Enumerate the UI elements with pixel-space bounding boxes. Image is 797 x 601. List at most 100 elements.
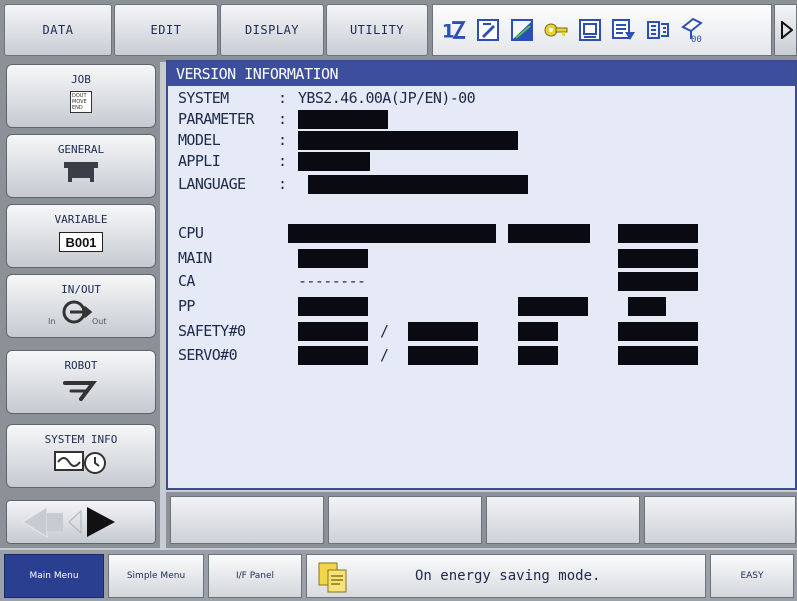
easy-mode-button[interactable]: EASY — [710, 554, 794, 598]
menu-pager — [6, 500, 156, 544]
soft-key-3[interactable] — [486, 496, 640, 544]
status-message: On energy saving mode. — [415, 568, 601, 584]
servo-label: SERVO#0 — [178, 346, 238, 364]
signal-bars-icon — [509, 17, 535, 43]
sidebar-item-label: ROBOT — [64, 359, 98, 372]
system-info-icon — [49, 449, 113, 475]
language-label: LANGUAGE — [178, 175, 246, 193]
edit-lock-icon — [475, 17, 501, 43]
sidebar-item-label: IN/OUT — [61, 283, 101, 296]
model-separator: : — [278, 131, 287, 149]
sidebar-item-label: SYSTEM INFO — [44, 433, 118, 446]
version-information-panel: VERSION INFORMATION SYSTEM : YBS2.46.00A… — [166, 60, 797, 490]
servo-redacted-value-1 — [298, 346, 368, 365]
bottom-bar: Main Menu Simple Menu I/F Panel On energ… — [0, 550, 797, 601]
page-left-button[interactable] — [22, 506, 63, 538]
main-menu-sidebar: JOB DOUT MOVE END GENERAL VARIABLE B001 … — [0, 60, 160, 548]
sidebar-item-robot[interactable]: ROBOT — [6, 350, 156, 414]
status-scroll-right-button[interactable] — [774, 4, 797, 56]
clipboard-message-icon — [318, 562, 347, 593]
pp-label: PP — [178, 297, 195, 315]
inout-icon: In Out — [46, 299, 116, 326]
main-menu-button[interactable]: Main Menu — [4, 554, 104, 598]
system-label: SYSTEM — [178, 89, 229, 107]
job-icon: DOUT MOVE END — [57, 89, 105, 115]
ca-redacted-value — [618, 272, 698, 291]
memory-icon — [577, 17, 603, 43]
safety-redacted-value-1 — [298, 322, 368, 341]
coordinate-icon — [645, 17, 671, 43]
appli-separator: : — [278, 152, 287, 170]
sidebar-item-inout[interactable]: IN/OUT In Out — [6, 274, 156, 338]
sidebar-item-system-info[interactable]: SYSTEM INFO — [6, 424, 156, 488]
sidebar-item-label: VARIABLE — [54, 213, 108, 226]
data-menu-label: DATA — [42, 23, 74, 37]
pp-redacted-value-1 — [298, 297, 368, 316]
general-tool-icon — [57, 159, 105, 185]
cpu-redacted-value-3 — [618, 224, 698, 243]
page-title: VERSION INFORMATION — [168, 62, 795, 86]
servo-separator: / — [380, 346, 389, 364]
servo-redacted-value-4 — [618, 346, 698, 365]
soft-key-1[interactable] — [170, 496, 324, 544]
ca-label: CA — [178, 272, 195, 290]
edit-menu-button[interactable]: EDIT — [114, 4, 218, 56]
simple-menu-button[interactable]: Simple Menu — [108, 554, 204, 598]
teach-mode-icon — [611, 17, 637, 43]
status-icon-area[interactable]: 1 00 — [432, 4, 772, 56]
safety-redacted-value-3 — [518, 322, 558, 341]
simple-menu-label: Simple Menu — [126, 571, 186, 581]
model-label: MODEL — [178, 131, 221, 149]
top-menu-bar: DATA EDIT DISPLAY UTILITY 1 00 — [0, 0, 797, 62]
safety-separator: / — [380, 322, 389, 340]
variable-icon: B001 — [57, 229, 105, 255]
soft-key-2[interactable] — [328, 496, 482, 544]
ca-value: -------- — [298, 272, 366, 290]
cycle-mode-icon: 1 — [441, 17, 467, 43]
message-area: On energy saving mode. — [306, 554, 706, 598]
display-menu-label: DISPLAY — [244, 23, 300, 37]
if-panel-button[interactable]: I/F Panel — [208, 554, 302, 598]
language-redacted-value — [308, 175, 528, 194]
main-label: MAIN — [178, 249, 212, 267]
svg-text:In: In — [48, 317, 55, 326]
sidebar-item-label: JOB — [71, 73, 91, 86]
sidebar-item-general[interactable]: GENERAL — [6, 134, 156, 198]
arrow-left-icon — [22, 506, 48, 538]
edit-menu-label: EDIT — [150, 23, 182, 37]
teach-pendant-screen: DATA EDIT DISPLAY UTILITY 1 00 JOB DOUT … — [0, 0, 797, 601]
arrow-right-icon — [87, 507, 115, 537]
model-redacted-value — [298, 131, 518, 150]
soft-key-4[interactable] — [644, 496, 796, 544]
safety-label: SAFETY#0 — [178, 322, 246, 340]
easy-mode-label: EASY — [740, 571, 764, 581]
svg-text:1: 1 — [442, 21, 455, 42]
appli-redacted-value — [298, 152, 370, 171]
cpu-redacted-value-2 — [508, 224, 590, 243]
parameter-separator: : — [278, 110, 287, 128]
main-redacted-value-1 — [298, 249, 368, 268]
svg-text:Out: Out — [92, 317, 107, 326]
safety-redacted-value-4 — [618, 322, 698, 341]
utility-menu-label: UTILITY — [349, 23, 405, 37]
display-menu-button[interactable]: DISPLAY — [220, 4, 324, 56]
pp-redacted-value-3 — [628, 297, 666, 316]
soft-key-bar — [166, 492, 797, 548]
parameter-label: PARAMETER — [178, 110, 254, 128]
sidebar-item-label: GENERAL — [57, 143, 105, 156]
servo-redacted-value-3 — [518, 346, 558, 365]
sidebar-item-job[interactable]: JOB DOUT MOVE END — [6, 64, 156, 128]
data-menu-button[interactable]: DATA — [4, 4, 112, 56]
pp-redacted-value-2 — [518, 297, 588, 316]
if-panel-label: I/F Panel — [235, 571, 274, 581]
main-redacted-value-2 — [618, 249, 698, 268]
triangle-right-icon — [781, 21, 793, 39]
utility-menu-button[interactable]: UTILITY — [326, 4, 428, 56]
system-separator: : — [278, 89, 287, 107]
cpu-redacted-value-1 — [288, 224, 496, 243]
appli-label: APPLI — [178, 152, 221, 170]
parameter-redacted-value — [298, 110, 388, 129]
page-right-button[interactable] — [87, 507, 115, 537]
sidebar-item-variable[interactable]: VARIABLE B001 — [6, 204, 156, 268]
safety-redacted-value-2 — [408, 322, 478, 341]
